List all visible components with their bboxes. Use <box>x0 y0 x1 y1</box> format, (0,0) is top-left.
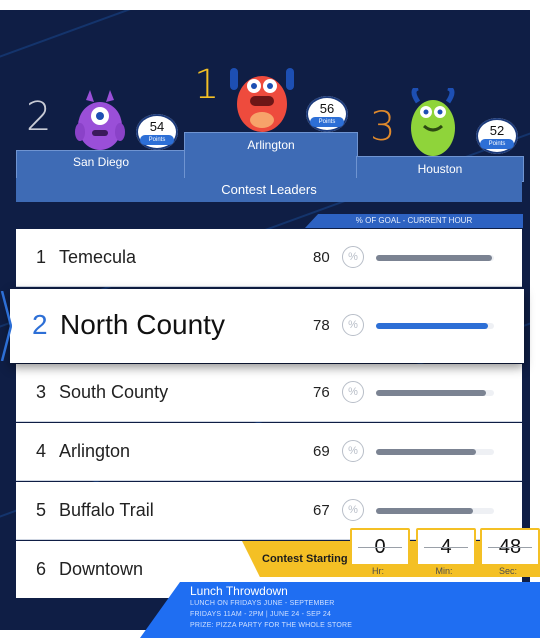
points-badge-houston: 52 Points <box>476 118 518 154</box>
promo-line: PRIZE: PIZZA PARTY FOR THE WHOLE STORE <box>190 622 353 629</box>
progress-bar <box>376 390 494 396</box>
percent-icon: % <box>342 246 364 268</box>
row-name: Downtown <box>59 559 144 579</box>
points-badge-arlington: 56 Points <box>306 96 348 132</box>
points-badge-san-diego: 54 Points <box>136 114 178 150</box>
promo-title: Lunch Throwdown <box>190 584 288 598</box>
promo-line: LUNCH ON FRIDAYS JUNE - SEPTEMBER <box>190 600 335 607</box>
percent-icon: % <box>342 314 364 336</box>
leaderboard-row[interactable]: 4 Arlington 69 % <box>16 423 522 481</box>
podium-rank-3: 3 <box>370 104 396 150</box>
row-value: 80 <box>313 249 330 266</box>
progress-fill <box>376 508 473 514</box>
row-value: 69 <box>313 443 330 460</box>
percent-icon: % <box>342 440 364 462</box>
timer-seconds: 48 <box>480 528 540 566</box>
green-monster-icon <box>411 88 455 156</box>
row-value: 78 <box>313 317 330 334</box>
podium-block-arlington: Arlington <box>184 132 358 182</box>
points-value: 52 <box>489 123 505 138</box>
row-name: Buffalo Trail <box>59 500 154 520</box>
row-name: Temecula <box>59 247 137 267</box>
red-monster-icon <box>230 68 294 132</box>
podium-rank-2: 2 <box>26 94 52 140</box>
row-rank: 4 <box>36 441 47 461</box>
progress-bar <box>376 508 494 514</box>
leaderboard-row-highlighted[interactable]: 2 North County 78 % <box>10 289 524 363</box>
podium-city: Arlington <box>247 138 295 152</box>
row-name: North County <box>60 309 225 340</box>
timer-divider <box>358 547 402 548</box>
progress-fill <box>376 390 486 396</box>
points-value: 54 <box>149 119 165 134</box>
points-value: 56 <box>319 101 335 116</box>
row-value: 67 <box>313 502 330 519</box>
leaderboard-row[interactable]: 3 South County 76 % <box>16 364 522 422</box>
row-rank: 1 <box>36 247 47 267</box>
timer-hours: 0 <box>350 528 410 566</box>
purple-monster-icon <box>75 90 125 150</box>
percent-icon: % <box>342 499 364 521</box>
podium-city: San Diego <box>72 155 130 169</box>
promo-line: FRIDAYS 11AM - 2PM | JUNE 24 - SEP 24 <box>190 611 332 618</box>
progress-fill <box>376 449 477 455</box>
points-label: Points <box>480 139 514 149</box>
timer-seconds-label: Sec: <box>498 566 517 576</box>
row-rank: 5 <box>36 500 47 520</box>
timer-minutes-label: Min: <box>435 566 453 576</box>
background-stripe <box>0 10 530 72</box>
goal-header: % OF GOAL - CURRENT HOUR <box>305 214 523 228</box>
row-value: 76 <box>313 384 330 401</box>
podium-city: Houston <box>417 162 463 176</box>
podium-rank-1: 1 <box>194 62 220 108</box>
contest-leaders-label: Contest Leaders <box>16 178 522 202</box>
points-label: Points <box>140 135 174 145</box>
progress-fill <box>376 323 489 329</box>
points-label: Points <box>310 117 344 127</box>
progress-bar <box>376 449 494 455</box>
timer-minutes: 4 <box>416 528 476 566</box>
row-rank: 6 <box>36 559 47 579</box>
percent-icon: % <box>342 381 364 403</box>
row-name: Arlington <box>59 441 131 461</box>
contest-starting-label: Contest Starting <box>262 553 348 565</box>
leaderboard-row[interactable]: 1 Temecula 80 % <box>16 229 522 287</box>
progress-bar <box>376 323 494 329</box>
highlight-chevron-icon <box>0 291 12 361</box>
row-name: South County <box>59 382 169 402</box>
timer-divider <box>424 547 468 548</box>
row-rank: 3 <box>36 382 47 402</box>
progress-fill <box>376 255 492 261</box>
progress-bar <box>376 255 494 261</box>
timer-hours-label: Hr: <box>372 566 384 576</box>
timer-divider <box>488 547 532 548</box>
row-rank: 2 <box>32 309 48 340</box>
